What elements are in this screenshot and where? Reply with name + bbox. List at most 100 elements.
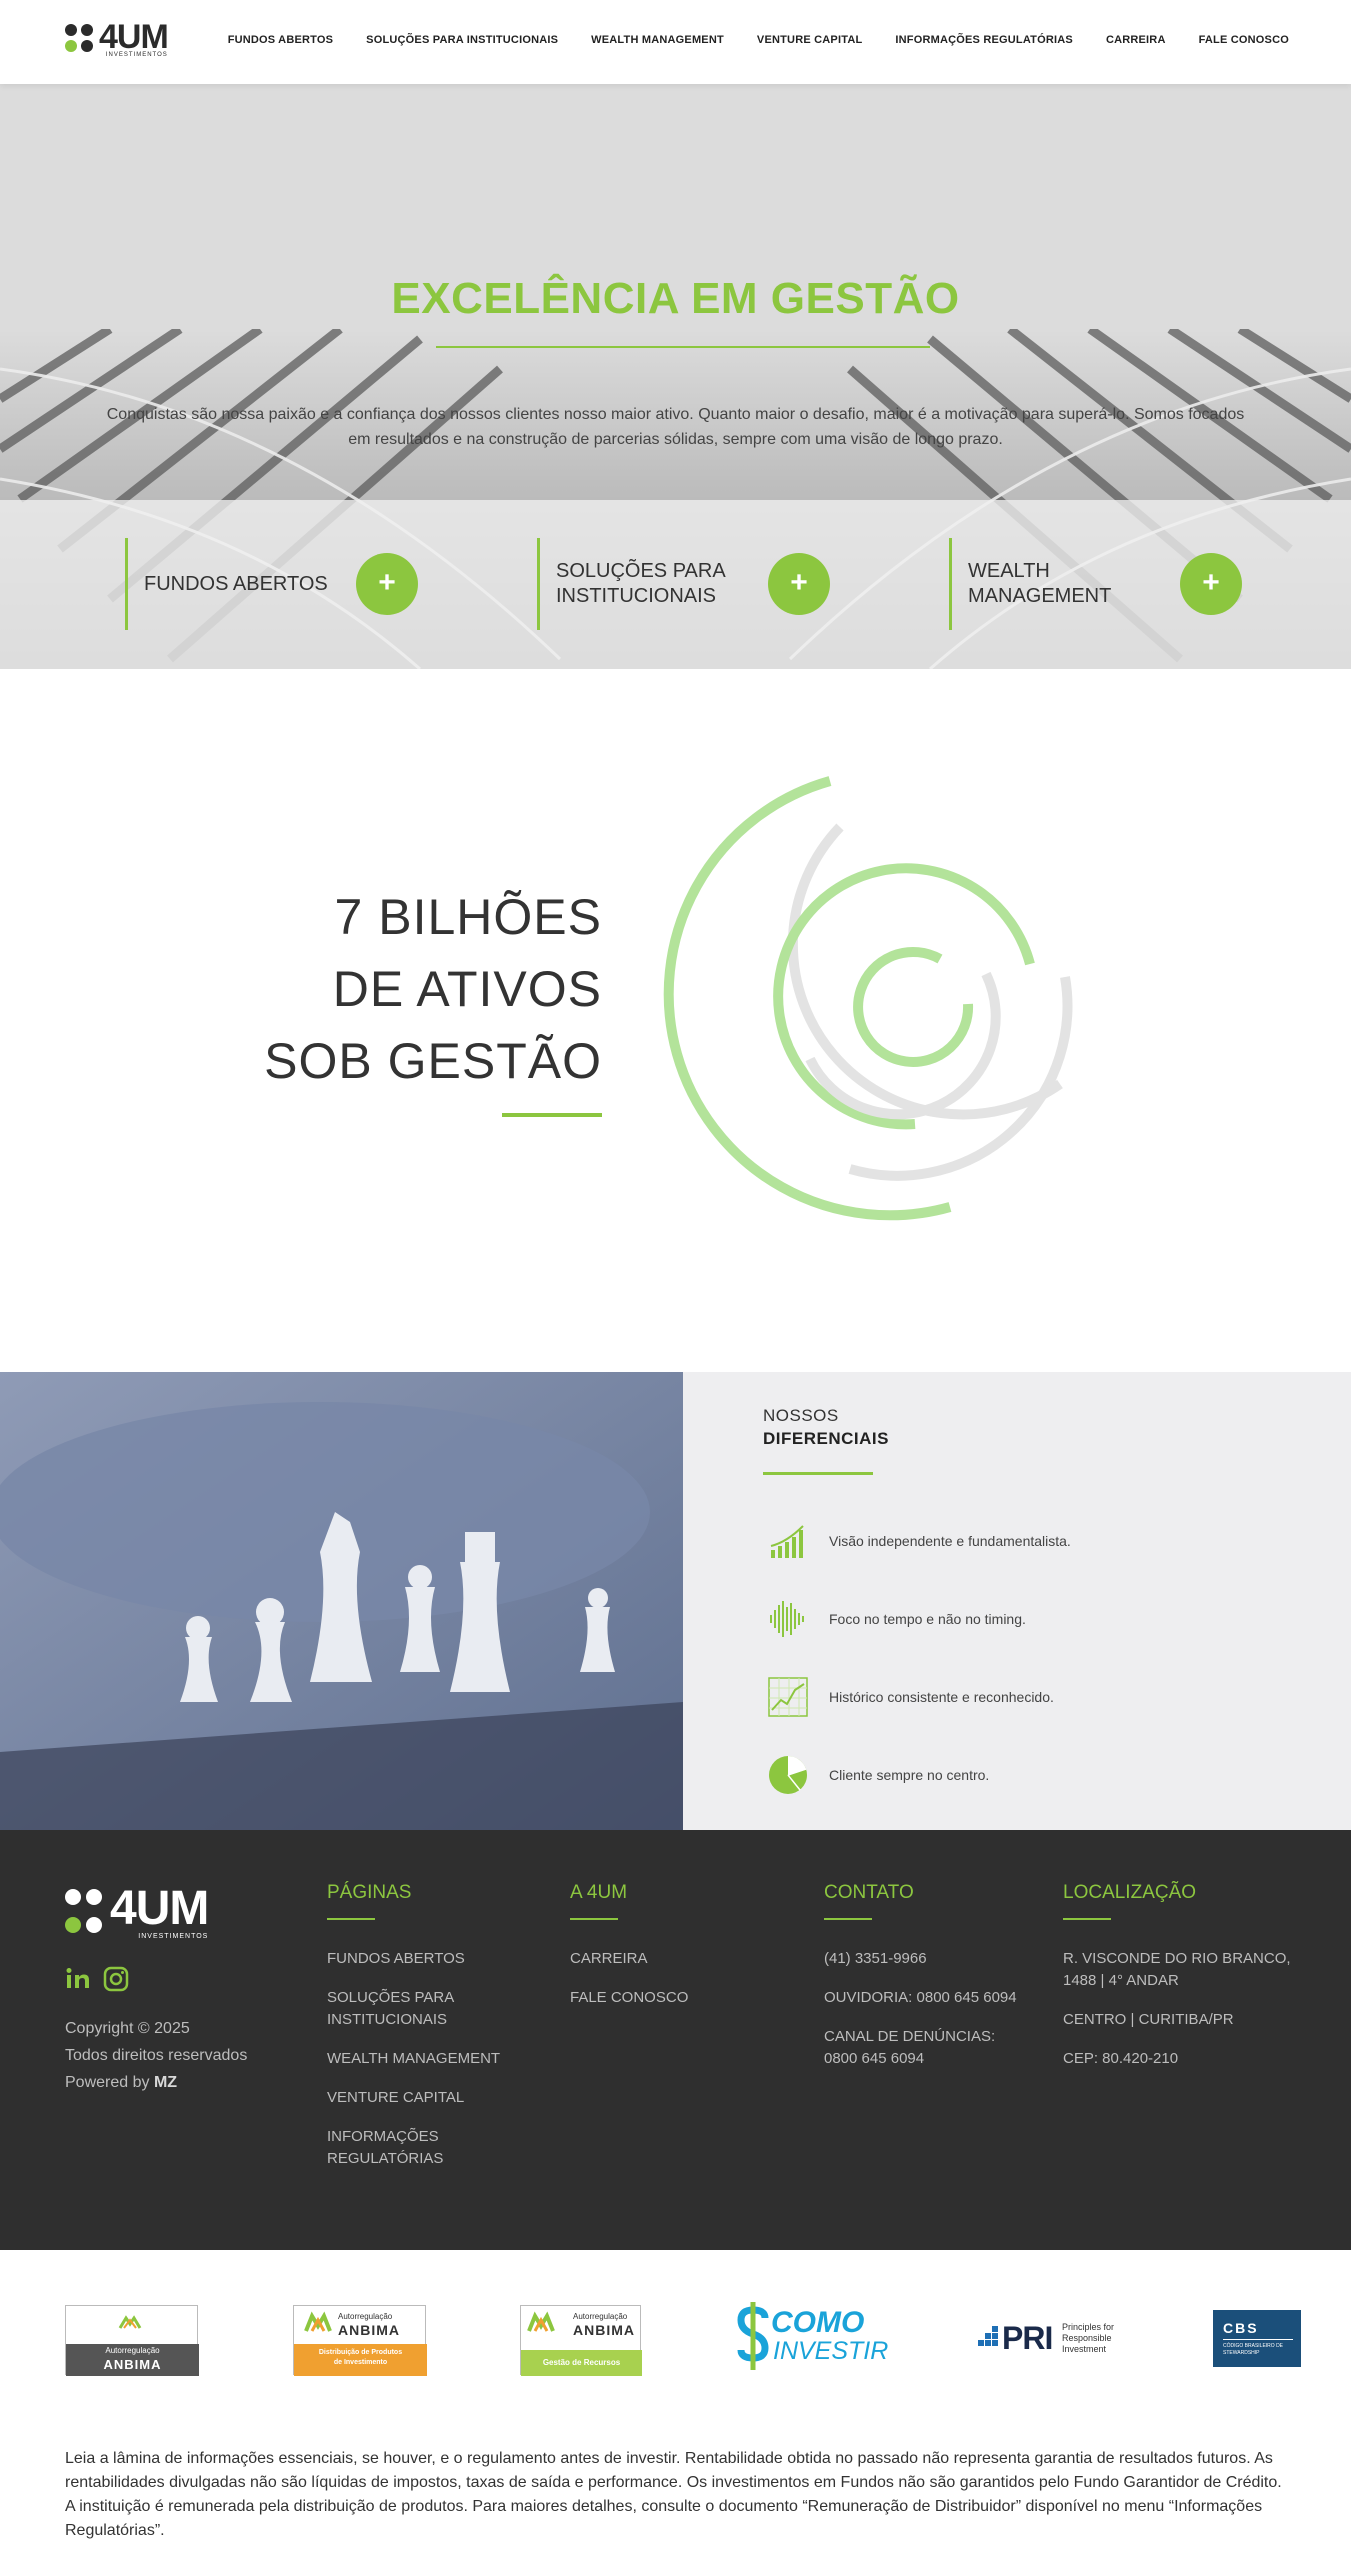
footer-col-divider [327,1918,375,1920]
diferencial-item: Cliente sempre no centro. [767,1754,989,1796]
hero-divider [436,346,930,348]
diferencial-text: Visão independente e fundamentalista. [829,1533,1071,1549]
anbima-top-text: Autorregulação [573,2312,628,2321]
footer-address: R. VISCONDE DO RIO BRANCO, 1488 | 4° AND… [1063,1950,1291,1989]
anbima-bottom-text: Gestão de Recursos [542,2358,621,2367]
footer-col-a4um: A 4UM CARREIRA FALE CONOSCO [570,1882,750,2026]
hero-text: Conquistas são nossa paixão e a confianç… [106,406,1245,448]
linkedin-icon[interactable] [65,1966,91,1992]
assets-section: 7 BILHÕES DE ATIVOS SOB GESTÃO [0,669,1351,1372]
pri-tagline: Principles for Responsible Investment [1062,2322,1114,2355]
cbs-divider [1223,2339,1293,2340]
card-wealth-management[interactable]: WEALTH MANAGEMENT + [949,538,1242,630]
pri-squares-icon [978,2326,998,2346]
footer-link[interactable]: FUNDOS ABERTOS [327,1948,527,1970]
anbima-name: ANBIMA [103,2357,162,2372]
chess-photo [0,1372,683,1830]
card-label: FUNDOS ABERTOS [144,572,328,595]
como-text: COMO [771,2306,865,2339]
footer-cep: CEP: 80.420-210 [1063,2050,1179,2067]
rights-text: Todos direitos reservados [65,2047,248,2064]
footer-logo[interactable]: 4UM INVESTIMENTOS [65,1885,209,1940]
site-header: 4UM INVESTIMENTOS FUNDOS ABERTOS SOLUÇÕE… [0,0,1351,84]
footer-link[interactable]: CARREIRA [570,1948,750,1970]
footer-city: CENTRO | CURITIBA/PR [1063,2011,1234,2028]
footer-link[interactable]: FALE CONOSCO [570,1987,750,2009]
nav-informacoes-regulatorias[interactable]: INFORMAÇÕES REGULATÓRIAS [895,34,1073,46]
diferencial-text: Cliente sempre no centro. [829,1767,990,1783]
anbima-top-text: Autorregulação [338,2312,393,2321]
nav-carreira[interactable]: CARREIRA [1106,34,1166,46]
plus-icon[interactable]: + [356,553,418,615]
instagram-icon[interactable] [103,1966,129,1992]
footer-copyright: Copyright © 2025 Todos direitos reservad… [65,2015,247,2096]
pie-chart-icon [769,1756,807,1794]
anbima-name: ANBIMA [573,2322,635,2338]
diferencial-item: Histórico consistente e reconhecido. [767,1676,1054,1718]
nav-fale-conosco[interactable]: FALE CONOSCO [1199,34,1289,46]
footer-link[interactable]: INFORMAÇÕES REGULATÓRIAS [327,2126,527,2170]
cbs-sub: CÓDIGO BRASILEIRO DE STEWARDSHIP [1223,2343,1284,2356]
copyright-text: Copyright © 2025 [65,2020,190,2037]
plus-icon[interactable]: + [1180,553,1242,615]
anbima-badge-2[interactable]: Autorregulação ANBIMA Distribuição de Pr… [293,2305,427,2376]
diferenciais-heading-top: NOSSOS [763,1406,839,1425]
assets-divider [502,1113,602,1117]
footer-col-title: PÁGINAS [327,1882,412,1903]
pri-line-1: Principles for [1062,2322,1115,2332]
footer-col-contato: CONTATO (41) 3351-9966 OUVIDORIA: 0800 6… [824,1882,1024,2087]
pri-name: PRI [1002,2320,1053,2356]
partner-logos: Autorregulação ANBIMA Autorregulação ANB… [0,2250,1351,2450]
diferenciais-divider [763,1472,873,1475]
pri-logo[interactable]: PRI Principles for Responsible Investmen… [978,2320,1123,2360]
footer-col-divider [824,1918,872,1920]
waveform-icon [770,1601,804,1637]
logo-dots-icon [65,1889,102,1940]
dollar-sign-icon [737,2302,769,2370]
investir-text: INVESTIR [773,2337,889,2365]
card-solucoes-institucionais[interactable]: SOLUÇÕES PARA INSTITUCIONAIS + [537,538,830,630]
logo-dots-icon [65,24,93,52]
nav-fundos-abertos[interactable]: FUNDOS ABERTOS [228,34,333,46]
site-footer: 4UM INVESTIMENTOS Copyright © 2025 Todos… [0,1830,1351,2250]
footer-denuncias[interactable]: CANAL DE DENÚNCIAS: 0800 645 6094 [824,2026,1024,2070]
nav-wealth-management[interactable]: WEALTH MANAGEMENT [591,34,724,46]
nav-venture-capital[interactable]: VENTURE CAPITAL [757,34,862,46]
footer-phone[interactable]: (41) 3351-9966 [824,1948,1024,1970]
footer-col-title: LOCALIZAÇÃO [1063,1882,1197,1903]
anbima-name: ANBIMA [338,2322,400,2338]
como-investir-logo[interactable]: COMO INVESTIR [735,2300,889,2372]
chess-image [0,1372,683,1830]
card-label: WEALTH MANAGEMENT [968,560,1112,607]
plus-icon[interactable]: + [768,553,830,615]
diferenciais-panel: NOSSOS DIFERENCIAIS Visão independente e… [683,1372,1351,1830]
footer-ouvidoria[interactable]: OUVIDORIA: 0800 645 6094 [824,1987,1024,2009]
disclaimer-text: Leia a lâmina de informações essenciais,… [65,2450,1282,2539]
anbima-badge-1[interactable]: Autorregulação ANBIMA [65,2305,199,2376]
anbima-bottom-text: Distribuição de Produtos de Investimento [318,2349,403,2366]
footer-col-divider [570,1918,618,1920]
powered-by: Powered by MZ [65,2069,247,2096]
powered-brand[interactable]: MZ [154,2074,177,2091]
bar-chart-icon [770,1525,804,1558]
assets-headline: 7 BILHÕES DE ATIVOS SOB GESTÃO [264,881,602,1097]
cbs-name: CBS [1223,2320,1259,2336]
diferencial-text: Histórico consistente e reconhecido. [829,1689,1054,1705]
footer-link[interactable]: SOLUÇÕES PARA INSTITUCIONAIS [327,1987,527,2031]
diferenciais-section: NOSSOS DIFERENCIAIS Visão independente e… [0,1372,1351,1830]
card-fundos-abertos[interactable]: FUNDOS ABERTOS + [125,538,418,630]
footer-col-localizacao: LOCALIZAÇÃO R. VISCONDE DO RIO BRANCO, 1… [1063,1882,1293,2087]
footer-link[interactable]: VENTURE CAPITAL [327,2087,527,2109]
assets-line-2: DE ATIVOS [332,961,602,1017]
card-label: SOLUÇÕES PARA INSTITUCIONAIS [556,560,725,607]
nav-solucoes-institucionais[interactable]: SOLUÇÕES PARA INSTITUCIONAIS [366,34,558,46]
hero-section: EXCELÊNCIA EM GESTÃO Conquistas são noss… [0,84,1351,669]
main-nav: FUNDOS ABERTOS SOLUÇÕES PARA INSTITUCION… [228,34,1289,46]
anbima-badge-3[interactable]: Autorregulação ANBIMA Gestão de Recursos [520,2305,642,2376]
cbs-logo[interactable]: CBS CÓDIGO BRASILEIRO DE STEWARDSHIP [1213,2310,1301,2367]
footer-link[interactable]: WEALTH MANAGEMENT [327,2048,527,2070]
logo[interactable]: 4UM INVESTIMENTOS [65,20,169,58]
concentric-rings-graphic [663,776,1073,1221]
footer-col-divider [1063,1918,1111,1920]
footer-col-title: A 4UM [570,1882,628,1903]
